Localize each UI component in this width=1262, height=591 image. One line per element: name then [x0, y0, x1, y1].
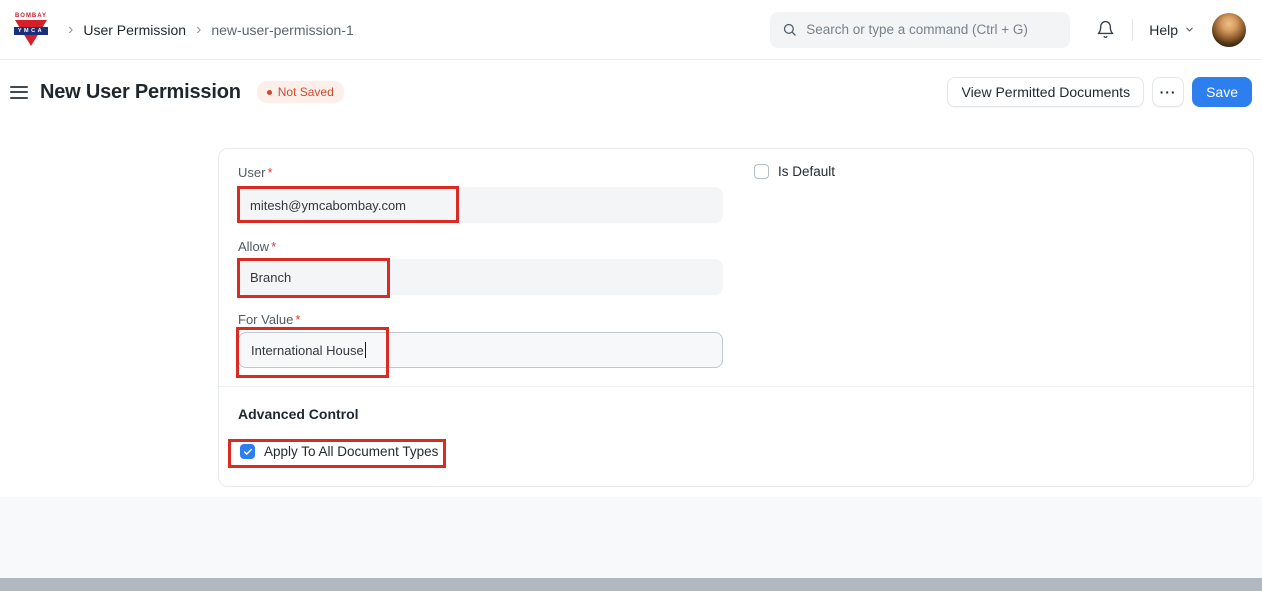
for-value-field-label: For Value*	[238, 312, 300, 327]
status-badge: Not Saved	[257, 81, 344, 103]
section-divider	[219, 386, 1253, 387]
breadcrumb: › User Permission › new-user-permission-…	[68, 22, 354, 38]
header-actions: View Permitted Documents ··· Save	[947, 77, 1252, 107]
more-actions-button[interactable]: ···	[1152, 77, 1184, 107]
status-dot	[267, 90, 272, 95]
apply-to-all-document-types-label: Apply To All Document Types	[264, 444, 438, 459]
allow-field-label: Allow*	[238, 239, 276, 254]
chevron-down-icon	[1184, 24, 1195, 35]
breadcrumb-separator-icon: ›	[68, 23, 73, 37]
breadcrumb-separator-icon: ›	[196, 23, 201, 37]
advanced-control-heading: Advanced Control	[238, 406, 359, 422]
navbar-right: Help	[770, 12, 1246, 48]
user-field-value: mitesh@ymcabombay.com	[250, 198, 406, 213]
status-label: Not Saved	[278, 85, 334, 99]
save-button[interactable]: Save	[1192, 77, 1252, 107]
global-search[interactable]	[770, 12, 1070, 48]
user-permission-form-card: User* mitesh@ymcabombay.com Allow* Branc…	[218, 148, 1254, 487]
page-lower-background	[0, 497, 1262, 578]
breadcrumb-item-user-permission[interactable]: User Permission	[83, 22, 186, 38]
checkbox-unchecked-icon	[754, 164, 769, 179]
apply-to-all-document-types-checkbox[interactable]: Apply To All Document Types	[240, 444, 438, 459]
page-title: New User Permission	[40, 81, 241, 104]
logo-triangle-icon: YMCA	[15, 20, 47, 46]
text-cursor	[365, 342, 367, 358]
ymca-logo[interactable]: BOMBAY YMCA	[12, 13, 50, 46]
help-label: Help	[1149, 22, 1178, 38]
view-permitted-documents-button[interactable]: View Permitted Documents	[947, 77, 1144, 107]
check-icon	[240, 444, 255, 459]
search-input[interactable]	[806, 22, 1058, 37]
user-field[interactable]: mitesh@ymcabombay.com	[238, 187, 723, 223]
navbar-divider	[1132, 19, 1133, 41]
logo-text-band: YMCA	[14, 27, 48, 35]
ellipsis-icon: ···	[1160, 84, 1177, 100]
is-default-label: Is Default	[778, 164, 835, 179]
user-field-label: User*	[238, 165, 273, 180]
horizontal-scrollbar[interactable]	[0, 578, 1262, 591]
breadcrumb-item-current: new-user-permission-1	[211, 22, 353, 38]
bell-icon	[1096, 20, 1115, 39]
logo-text-top: BOMBAY	[12, 13, 50, 20]
for-value-field[interactable]: International House	[238, 332, 723, 368]
page-header: New User Permission Not Saved View Permi…	[0, 60, 1262, 124]
is-default-checkbox[interactable]: Is Default	[754, 164, 835, 179]
notifications-button[interactable]	[1096, 20, 1115, 39]
top-navbar: BOMBAY YMCA › User Permission › new-user…	[0, 0, 1262, 60]
user-avatar[interactable]	[1212, 13, 1246, 47]
allow-field[interactable]: Branch	[238, 259, 723, 295]
for-value-field-value: International House	[251, 343, 364, 358]
search-icon	[782, 22, 797, 37]
allow-field-value: Branch	[250, 270, 291, 285]
help-menu[interactable]: Help	[1147, 18, 1197, 42]
menu-icon[interactable]	[10, 86, 28, 99]
